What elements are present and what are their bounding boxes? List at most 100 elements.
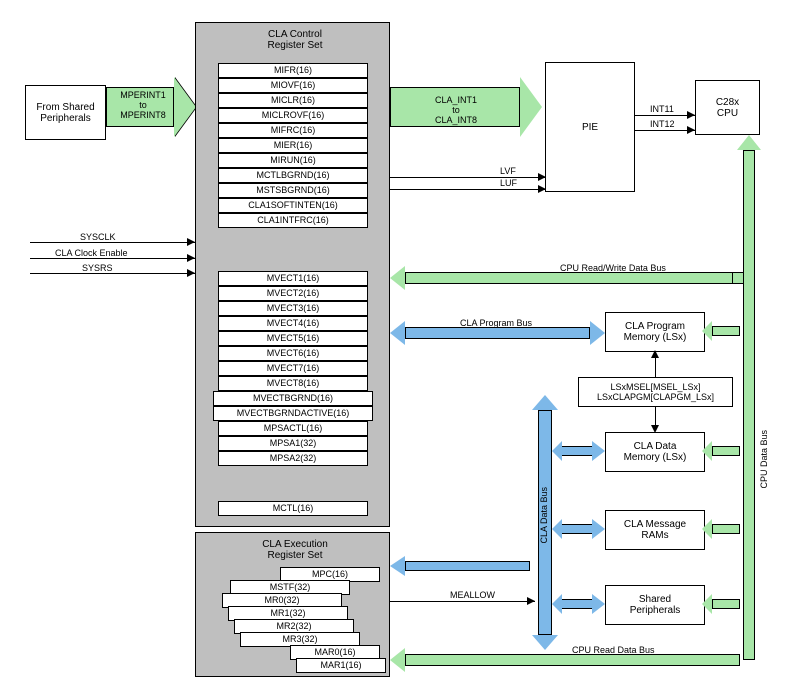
- claclock-line: [30, 258, 195, 259]
- reg-MPSA1(32): MPSA1(32): [218, 436, 368, 451]
- lvf-label: LVF: [500, 166, 516, 176]
- reg-MIER(16): MIER(16): [218, 138, 368, 153]
- reg-MICLROVF(16): MICLROVF(16): [218, 108, 368, 123]
- cla-data-conn-datamem: [560, 446, 595, 456]
- cla-int-label: CLA_INT1 to CLA_INT8: [435, 95, 477, 125]
- cpu-rw-bus: [405, 272, 735, 284]
- cpu-conn-datamem-ahleft: [702, 441, 712, 461]
- reg-CLA1SOFTINTEN(16): CLA1SOFTINTEN(16): [218, 198, 368, 213]
- cpu-conn-progmem: [712, 326, 740, 336]
- cpu-conn-shared: [712, 599, 740, 609]
- cla-prog-bus-ahright: [590, 321, 605, 345]
- reg-MVECT2(16): MVECT2(16): [218, 286, 368, 301]
- cla-data-bus-label: CLA Data Bus: [539, 487, 549, 544]
- sysrs-label: SYSRS: [82, 263, 113, 273]
- meallow-line: [390, 601, 535, 602]
- int12-line: [635, 130, 695, 131]
- cpu-read-bus: [405, 654, 740, 666]
- cpu-data-bus-ahtop: [737, 135, 761, 150]
- sysclk-label: SYSCLK: [80, 232, 116, 242]
- cpu-data-bus: [743, 150, 755, 660]
- cla-prog-bus-label: CLA Program Bus: [460, 318, 532, 328]
- sysrs-line: [30, 273, 195, 274]
- claclock-label: CLA Clock Enable: [55, 248, 128, 258]
- cla-data-conn-exec: [405, 561, 530, 571]
- cpu-conn-progmem-ahleft: [702, 321, 712, 341]
- pie-box: PIE: [545, 62, 635, 192]
- conn-shared-ahright: [592, 594, 605, 614]
- cla-data-memory-box: CLA Data Memory (LSx): [605, 432, 705, 472]
- exec-reg-title: CLA Execution Register Set: [250, 539, 340, 561]
- cpu-read-bus-ahleft: [390, 648, 405, 672]
- cla-int-arrowhead: [520, 77, 542, 137]
- reg-MIFR(16): MIFR(16): [218, 63, 368, 78]
- cla-data-conn-shared: [560, 599, 595, 609]
- reg-MVECT1(16): MVECT1(16): [218, 271, 368, 286]
- reg-MVECT3(16): MVECT3(16): [218, 301, 368, 316]
- shared-peripherals-box: Shared Peripherals: [605, 585, 705, 625]
- lvf-line: [390, 177, 545, 178]
- luf-line: [390, 189, 545, 190]
- reg-MVECT6(16): MVECT6(16): [218, 346, 368, 361]
- reg-MVECTBGRND(16): MVECTBGRND(16): [213, 391, 373, 406]
- cla-data-conn-msgram: [560, 524, 595, 534]
- reg-MVECT5(16): MVECT5(16): [218, 331, 368, 346]
- reg-MSTSBGRND(16): MSTSBGRND(16): [218, 183, 368, 198]
- int12-label: INT12: [650, 119, 675, 129]
- reg-MVECTBGRNDACTIVE(16): MVECTBGRNDACTIVE(16): [213, 406, 373, 421]
- lsx-up-arrow: [651, 350, 659, 358]
- from-peripherals-box: From Shared Peripherals: [25, 85, 106, 140]
- reg-MCTLBGRND(16): MCTLBGRND(16): [218, 168, 368, 183]
- cpu-rw-conn: [732, 272, 744, 284]
- reg-MICLR(16): MICLR(16): [218, 93, 368, 108]
- cpu-read-bus-label: CPU Read Data Bus: [572, 645, 655, 655]
- mperint-arrowhead: [174, 77, 196, 137]
- lsx-msel-box: LSxMSEL[MSEL_LSx] LSxCLAPGM[CLAPGM_LSx]: [578, 377, 733, 407]
- int11-arrow: [687, 111, 695, 119]
- cpu-rw-bus-ahleft: [390, 266, 405, 290]
- cla-program-bus: [405, 327, 590, 339]
- reg-MVECT7(16): MVECT7(16): [218, 361, 368, 376]
- int11-label: INT11: [650, 104, 674, 114]
- sysclk-line: [30, 242, 195, 243]
- reg-MAR1(16): MAR1(16): [296, 658, 386, 673]
- cpu-box: C28x CPU: [695, 80, 760, 135]
- claclock-arrow: [187, 254, 195, 262]
- cpu-conn-datamem: [712, 446, 740, 456]
- conn-msgram-ahleft: [552, 519, 562, 539]
- int11-line: [635, 115, 695, 116]
- reg-MPSA2(32): MPSA2(32): [218, 451, 368, 466]
- cpu-conn-msgram-ahleft: [702, 519, 712, 539]
- reg-MVECT4(16): MVECT4(16): [218, 316, 368, 331]
- mperint-label: MPERINT1 to MPERINT8: [113, 90, 173, 120]
- cla-message-rams-box: CLA Message RAMs: [605, 510, 705, 550]
- meallow-label: MEALLOW: [450, 590, 495, 600]
- reg-MPSACTL(16): MPSACTL(16): [218, 421, 368, 436]
- mctl-register: MCTL(16): [218, 501, 368, 516]
- conn-datamem-ahright: [592, 441, 605, 461]
- sysclk-arrow: [187, 238, 195, 246]
- cpu-rw-bus-label: CPU Read/Write Data Bus: [560, 263, 666, 273]
- conn-datamem-ahleft: [552, 441, 562, 461]
- conn-shared-ahleft: [552, 594, 562, 614]
- luf-arrow: [538, 185, 546, 193]
- cpu-conn-shared-ahleft: [702, 594, 712, 614]
- luf-label: LUF: [500, 178, 517, 188]
- meallow-arrow: [527, 597, 535, 605]
- lvf-arrow: [538, 173, 546, 181]
- sysrs-arrow: [187, 269, 195, 277]
- from-peripherals-label: From Shared Peripherals: [36, 102, 94, 124]
- cpu-data-bus-label: CPU Data Bus: [759, 430, 769, 489]
- reg-MIRUN(16): MIRUN(16): [218, 153, 368, 168]
- reg-MIOVF(16): MIOVF(16): [218, 78, 368, 93]
- control-reg-title: CLA Control Register Set: [250, 29, 340, 51]
- reg-MVECT8(16): MVECT8(16): [218, 376, 368, 391]
- cla-data-bus-ahtop: [532, 395, 558, 410]
- conn-msgram-ahright: [592, 519, 605, 539]
- conn-exec-ahleft: [390, 556, 405, 576]
- cla-prog-bus-ahleft: [390, 321, 405, 345]
- cla-program-memory-box: CLA Program Memory (LSx): [605, 312, 705, 352]
- reg-CLA1INTFRC(16): CLA1INTFRC(16): [218, 213, 368, 228]
- int12-arrow: [687, 126, 695, 134]
- cpu-conn-msgram: [712, 524, 740, 534]
